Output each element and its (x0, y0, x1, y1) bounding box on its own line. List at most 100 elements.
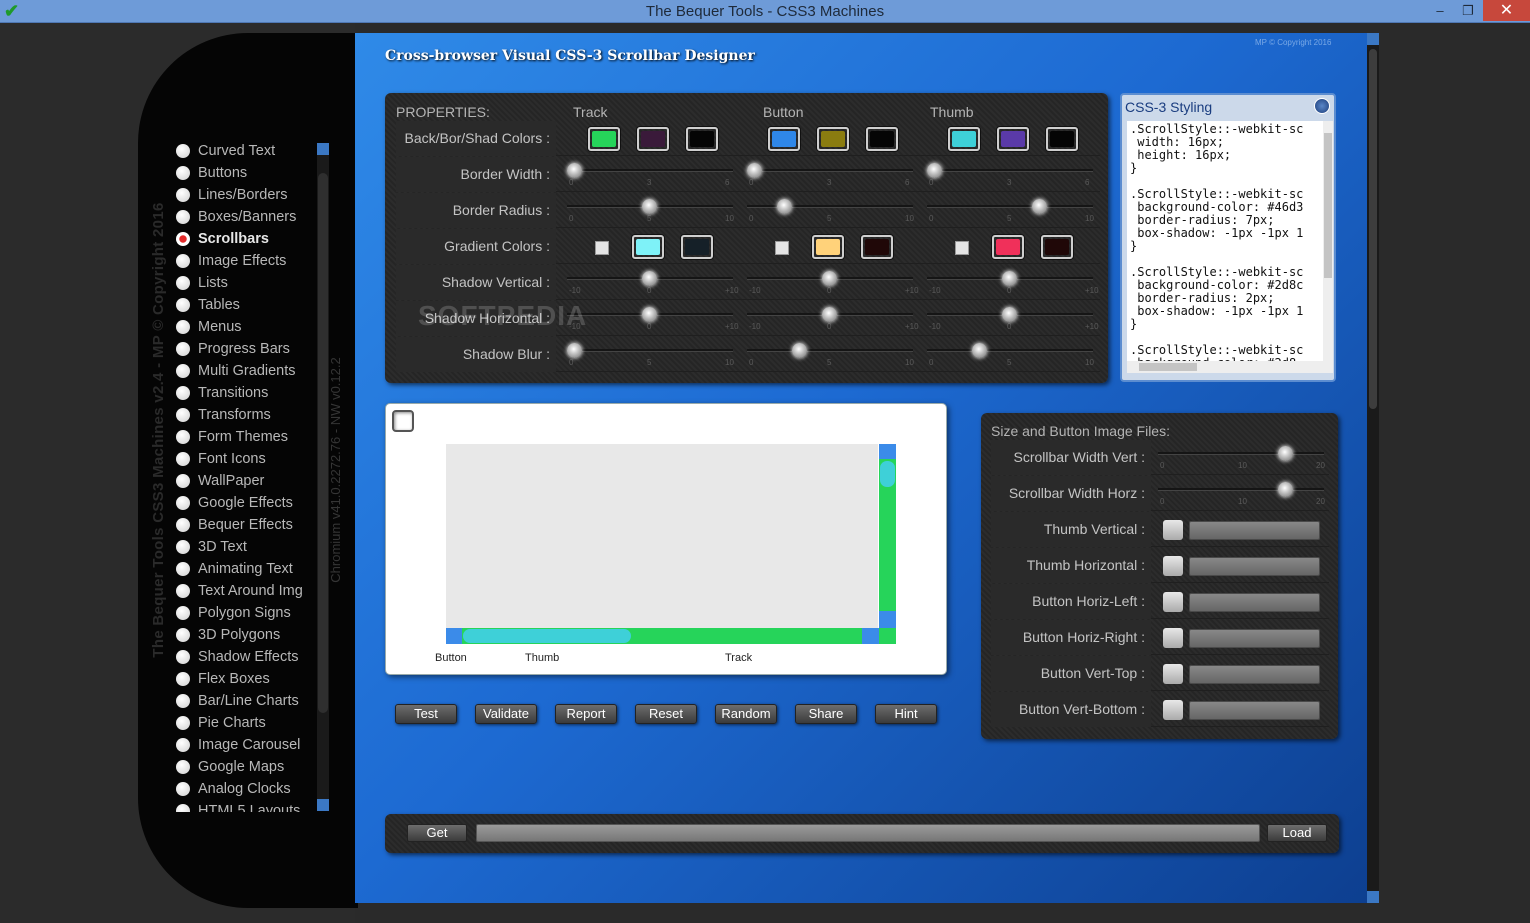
preview-button-left[interactable] (446, 628, 462, 644)
radio-icon[interactable] (176, 276, 190, 290)
css-hscroll-thumb[interactable] (1139, 363, 1197, 371)
sidebar-item[interactable]: Bequer Effects (170, 514, 320, 536)
main-scroll-thumb[interactable] (1369, 49, 1377, 409)
panel-ball-icon[interactable] (1314, 98, 1330, 114)
preview-button-right[interactable] (862, 628, 879, 644)
sidebar-item[interactable]: Font Icons (170, 448, 320, 470)
validate-button[interactable]: Validate (475, 704, 537, 724)
radio-icon[interactable] (176, 716, 190, 730)
button-gradient-swatch-1[interactable] (861, 235, 893, 259)
nav-scroll-up-button[interactable] (317, 143, 329, 155)
slider-knob[interactable] (1278, 446, 1293, 461)
sidebar-item[interactable]: Boxes/Banners (170, 206, 320, 228)
url-input[interactable] (476, 824, 1260, 842)
radio-icon[interactable] (176, 760, 190, 774)
radio-icon[interactable] (176, 364, 190, 378)
button-border-width-slider[interactable]: 0 3 6 (747, 163, 913, 189)
file-browse-button[interactable] (1163, 556, 1183, 576)
radio-icon[interactable] (176, 452, 190, 466)
track-gradient-checkbox[interactable] (595, 241, 609, 255)
slider-knob[interactable] (822, 271, 837, 286)
radio-icon[interactable] (176, 518, 190, 532)
sidebar-item[interactable]: Transforms (170, 404, 320, 426)
button-border-radius-slider[interactable]: 0 5 10 (747, 199, 914, 225)
radio-icon[interactable] (176, 210, 190, 224)
radio-icon[interactable] (176, 342, 190, 356)
test-button[interactable]: Test (395, 704, 457, 724)
sidebar-item[interactable]: Scrollbars (170, 228, 320, 250)
radio-icon[interactable] (176, 804, 190, 812)
thumb-shadow-h-slider[interactable]: -10 0 +10 (927, 307, 1099, 333)
slider-knob[interactable] (927, 163, 942, 178)
radio-icon[interactable] (176, 232, 190, 246)
track-gradient-swatch-0[interactable] (632, 235, 664, 259)
file-path-input[interactable] (1189, 557, 1320, 576)
sidebar-item[interactable]: Analog Clocks (170, 778, 320, 800)
radio-icon[interactable] (176, 606, 190, 620)
sidebar-item[interactable]: Buttons (170, 162, 320, 184)
sidebar-item[interactable]: 3D Text (170, 536, 320, 558)
slider-knob[interactable] (1002, 271, 1017, 286)
main-scroll-up-button[interactable] (1367, 33, 1379, 45)
preview-vertical-thumb[interactable] (880, 461, 895, 487)
file-path-input[interactable] (1189, 521, 1320, 540)
sidebar-item[interactable]: 3D Polygons (170, 624, 320, 646)
sidebar-item[interactable]: Bar/Line Charts (170, 690, 320, 712)
sidebar-item[interactable]: Flex Boxes (170, 668, 320, 690)
radio-icon[interactable] (176, 738, 190, 752)
button-gradient-swatch-0[interactable] (812, 235, 844, 259)
file-browse-button[interactable] (1163, 628, 1183, 648)
sidebar-item[interactable]: Shadow Effects (170, 646, 320, 668)
load-button[interactable]: Load (1267, 824, 1327, 842)
sidebar-item[interactable]: Curved Text (170, 140, 320, 162)
sidebar-item[interactable]: Text Around Img (170, 580, 320, 602)
random-button[interactable]: Random (715, 704, 777, 724)
slider-knob[interactable] (567, 343, 582, 358)
thumb-shadow-blur-slider[interactable]: 0 5 10 (927, 343, 1094, 369)
sidebar-item[interactable]: Progress Bars (170, 338, 320, 360)
radio-icon[interactable] (176, 166, 190, 180)
thumb-gradient-swatch-1[interactable] (1041, 235, 1073, 259)
radio-icon[interactable] (176, 320, 190, 334)
button-color-swatch-1[interactable] (817, 127, 849, 151)
radio-icon[interactable] (176, 540, 190, 554)
css-horizontal-scrollbar[interactable] (1127, 361, 1333, 373)
file-path-input[interactable] (1189, 629, 1320, 648)
report-button[interactable]: Report (555, 704, 617, 724)
file-browse-button[interactable] (1163, 520, 1183, 540)
button-color-swatch-0[interactable] (768, 127, 800, 151)
file-browse-button[interactable] (1163, 700, 1183, 720)
sidebar-item[interactable]: Menus (170, 316, 320, 338)
sidebar-item[interactable]: Tables (170, 294, 320, 316)
slider-knob[interactable] (1002, 307, 1017, 322)
file-browse-button[interactable] (1163, 664, 1183, 684)
track-border-radius-slider[interactable]: 0 5 10 (567, 199, 734, 225)
slider-knob[interactable] (567, 163, 582, 178)
file-path-input[interactable] (1189, 701, 1320, 720)
reset-button[interactable]: Reset (635, 704, 697, 724)
radio-icon[interactable] (176, 672, 190, 686)
sidebar-item[interactable]: Lists (170, 272, 320, 294)
radio-icon[interactable] (176, 144, 190, 158)
radio-icon[interactable] (176, 298, 190, 312)
nav-scroll-thumb[interactable] (318, 173, 328, 713)
radio-icon[interactable] (176, 584, 190, 598)
nav-scroll-down-button[interactable] (317, 799, 329, 811)
radio-icon[interactable] (176, 474, 190, 488)
preview-button-up[interactable] (879, 444, 896, 459)
sidebar-item[interactable]: Google Maps (170, 756, 320, 778)
sidebar-item[interactable]: WallPaper (170, 470, 320, 492)
nav-scrollbar[interactable] (317, 143, 329, 811)
preview-checkbox[interactable] (392, 410, 414, 432)
sidebar-item[interactable]: Form Themes (170, 426, 320, 448)
sidebar-item[interactable]: Multi Gradients (170, 360, 320, 382)
button-gradient-checkbox[interactable] (775, 241, 789, 255)
file-path-input[interactable] (1189, 593, 1320, 612)
track-color-swatch-0[interactable] (588, 127, 620, 151)
track-gradient-swatch-1[interactable] (681, 235, 713, 259)
sidebar-item[interactable]: Animating Text (170, 558, 320, 580)
slider-knob[interactable] (747, 163, 762, 178)
thumb-border-width-slider[interactable]: 0 3 6 (927, 163, 1093, 189)
close-button[interactable]: ✕ (1483, 0, 1530, 21)
thumb-color-swatch-1[interactable] (997, 127, 1029, 151)
